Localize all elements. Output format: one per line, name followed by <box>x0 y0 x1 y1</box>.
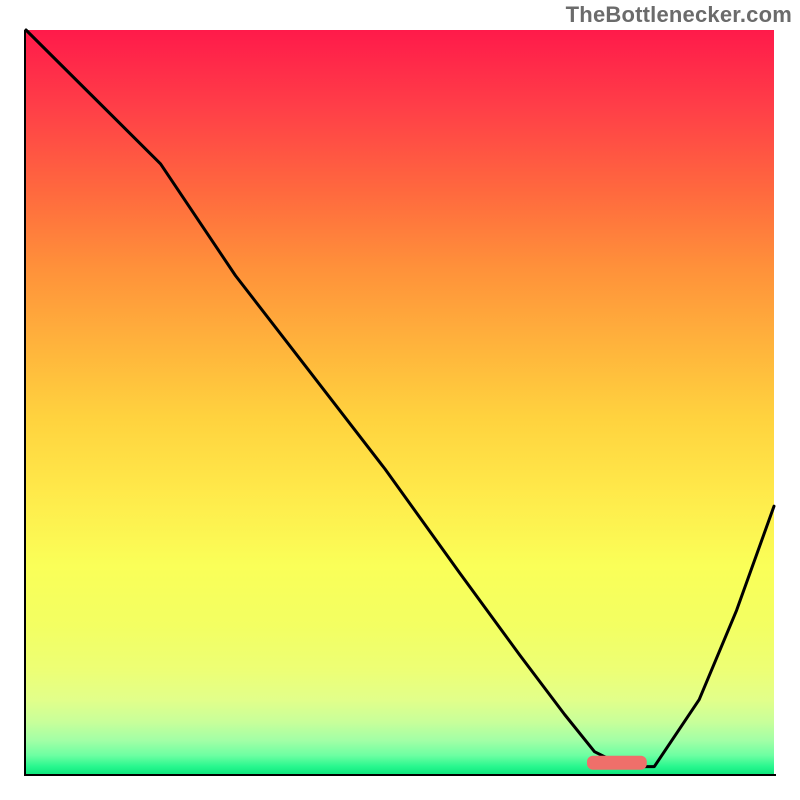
chart-svg <box>26 30 774 774</box>
chart-wrapper: TheBottlenecker.com <box>0 0 800 800</box>
bottleneck-curve <box>26 30 774 767</box>
optimum-marker <box>587 756 647 770</box>
attribution-text: TheBottlenecker.com <box>566 2 792 28</box>
x-axis-line <box>24 774 776 776</box>
